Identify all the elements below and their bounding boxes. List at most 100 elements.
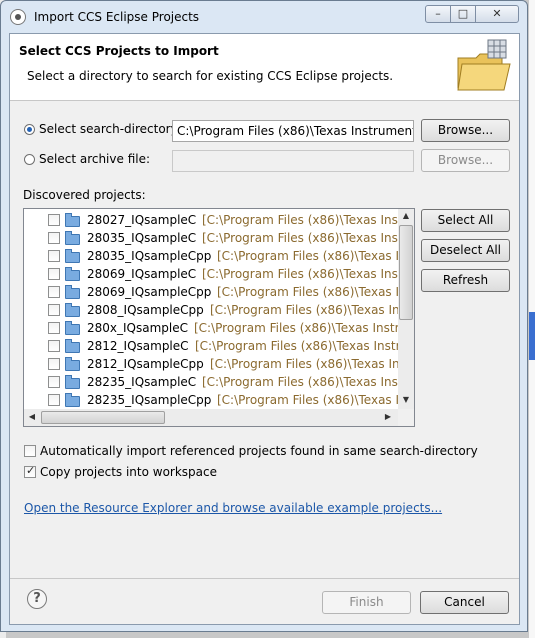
search-directory-label: Select search-directory: [39, 122, 181, 136]
archive-file-label: Select archive file: [39, 152, 151, 166]
footer-separator [10, 578, 519, 579]
project-checkbox[interactable] [48, 214, 60, 226]
project-folder-icon [65, 285, 80, 299]
dialog-body: Select CCS Projects to Import Select a d… [9, 33, 520, 625]
page-description: Select a directory to search for existin… [27, 69, 394, 83]
help-icon[interactable]: ? [27, 589, 47, 609]
project-name: 2812_IQsampleC [87, 339, 189, 353]
project-folder-icon [65, 339, 80, 353]
project-name: 28069_IQsampleC [87, 267, 197, 281]
search-directory-input[interactable]: C:\Program Files (x86)\Texas Instruments… [172, 120, 414, 142]
project-row[interactable]: 2812_IQsampleC [C:\Program Files (x86)\Te… [24, 337, 398, 355]
select-all-button[interactable]: Select All [421, 209, 510, 232]
project-name: 280x_IQsampleC [87, 321, 188, 335]
background-window-fragment [529, 312, 535, 360]
checkmark-icon: ✓ [26, 464, 36, 477]
archive-file-input[interactable] [172, 150, 414, 172]
project-checkbox[interactable] [48, 340, 60, 352]
scroll-right-icon[interactable]: ▶ [383, 412, 393, 421]
project-path: [C:\Program Files (x86)\Texas Instrument… [202, 375, 398, 389]
discovered-projects-list[interactable]: 28027_IQsampleC [C:\Program Files (x86)\T… [23, 208, 415, 427]
project-path: [C:\Program Files (x86)\Texas Instrument… [210, 357, 398, 371]
project-folder-icon [65, 303, 80, 317]
import-folder-banner-icon [457, 39, 511, 91]
project-checkbox[interactable] [48, 376, 60, 388]
horizontal-scrollbar[interactable]: ◀ ▶ [24, 409, 398, 426]
project-row[interactable]: 28035_IQsampleC [C:\Program Files (x86)\T… [24, 229, 398, 247]
project-path: [C:\Program Files (x86)\Texas Instrument… [210, 303, 398, 317]
project-path: [C:\Program Files (x86)\Texas Instrument… [202, 267, 398, 281]
project-checkbox[interactable] [48, 232, 60, 244]
project-name: 28035_IQsampleC [87, 231, 197, 245]
project-checkbox[interactable] [48, 358, 60, 370]
project-path: [C:\Program Files (x86)\Texas Instrument… [202, 213, 398, 227]
project-folder-icon [65, 213, 80, 227]
project-name: 2812_IQsampleCpp [87, 357, 204, 371]
browse-archive-button[interactable]: Browse... [421, 149, 510, 172]
project-row[interactable]: 28235_IQsampleC [C:\Program Files (x86)\T… [24, 373, 398, 391]
ccs-app-icon [10, 9, 26, 25]
auto-import-checkbox[interactable] [24, 445, 36, 457]
project-path: [C:\Program Files (x86)\Texas Instrument… [217, 285, 398, 299]
project-path: [C:\Program Files (x86)\Texas Instrument… [195, 339, 398, 353]
project-row[interactable]: 28235_IQsampleCpp [C:\Program Files (x86)… [24, 391, 398, 409]
project-checkbox[interactable] [48, 250, 60, 262]
deselect-all-button[interactable]: Deselect All [421, 239, 510, 262]
project-row[interactable]: 28035_IQsampleCpp [C:\Program Files (x86)… [24, 247, 398, 265]
project-path: [C:\Program Files (x86)\Texas Instrument… [202, 231, 398, 245]
project-name: 28035_IQsampleCpp [87, 249, 212, 263]
page-title: Select CCS Projects to Import [19, 44, 219, 58]
maximize-button[interactable]: □ [450, 5, 476, 23]
browse-directory-button[interactable]: Browse... [421, 119, 510, 142]
project-row[interactable]: 280x_IQsampleC [C:\Program Files (x86)\Te… [24, 319, 398, 337]
project-path: [C:\Program Files (x86)\Texas Instrument… [194, 321, 398, 335]
project-folder-icon [65, 231, 80, 245]
project-checkbox[interactable] [48, 268, 60, 280]
minimize-button[interactable]: – [425, 5, 451, 23]
vertical-scroll-thumb[interactable] [399, 225, 413, 320]
project-path: [C:\Program Files (x86)\Texas Instrument… [217, 249, 398, 263]
scroll-left-icon[interactable]: ◀ [27, 412, 37, 421]
archive-file-radio[interactable] [24, 154, 35, 165]
project-name: 28027_IQsampleC [87, 213, 197, 227]
project-folder-icon [65, 249, 80, 263]
scroll-up-icon[interactable]: ▲ [398, 211, 414, 220]
scroll-corner [398, 409, 414, 426]
project-row[interactable]: 2812_IQsampleCpp [C:\Program Files (x86)\… [24, 355, 398, 373]
refresh-button[interactable]: Refresh [421, 269, 510, 292]
finish-button[interactable]: Finish [322, 591, 411, 614]
discovered-projects-label: Discovered projects: [23, 188, 146, 202]
project-row[interactable]: 2808_IQsampleCpp [C:\Program Files (x86)\… [24, 301, 398, 319]
project-checkbox[interactable] [48, 286, 60, 298]
project-row[interactable]: 28027_IQsampleC [C:\Program Files (x86)\T… [24, 211, 398, 229]
horizontal-scroll-thumb[interactable] [41, 411, 165, 424]
copy-projects-label: Copy projects into workspace [40, 465, 218, 479]
project-name: 28235_IQsampleC [87, 375, 197, 389]
project-folder-icon [65, 267, 80, 281]
vertical-scrollbar[interactable]: ▲ ▼ [398, 209, 414, 409]
project-checkbox[interactable] [48, 394, 60, 406]
project-checkbox[interactable] [48, 322, 60, 334]
project-folder-icon [65, 357, 80, 371]
import-dialog: Import CCS Eclipse Projects – □ ✕ Select… [0, 0, 528, 632]
scroll-down-icon[interactable]: ▼ [398, 395, 414, 404]
project-name: 28235_IQsampleCpp [87, 393, 212, 407]
search-directory-radio[interactable] [24, 124, 35, 135]
project-name: 28069_IQsampleCpp [87, 285, 212, 299]
project-row[interactable]: 28069_IQsampleCpp [C:\Program Files (x86)… [24, 283, 398, 301]
auto-import-label: Automatically import referenced projects… [40, 444, 478, 458]
project-checkbox[interactable] [48, 304, 60, 316]
project-row[interactable]: 28069_IQsampleC [C:\Program Files (x86)\T… [24, 265, 398, 283]
copy-projects-checkbox[interactable]: ✓ [24, 464, 36, 478]
project-folder-icon [65, 393, 80, 407]
project-name: 2808_IQsampleCpp [87, 303, 204, 317]
cancel-button[interactable]: Cancel [420, 591, 509, 614]
window-title: Import CCS Eclipse Projects [34, 10, 200, 24]
title-bar[interactable]: Import CCS Eclipse Projects – □ ✕ [1, 1, 527, 33]
close-button[interactable]: ✕ [475, 5, 519, 23]
project-folder-icon [65, 375, 80, 389]
wizard-header: Select CCS Projects to Import Select a d… [10, 34, 519, 101]
project-path: [C:\Program Files (x86)\Texas Instrument… [217, 393, 398, 407]
resource-explorer-link[interactable]: Open the Resource Explorer and browse av… [24, 501, 442, 515]
project-folder-icon [65, 321, 80, 335]
